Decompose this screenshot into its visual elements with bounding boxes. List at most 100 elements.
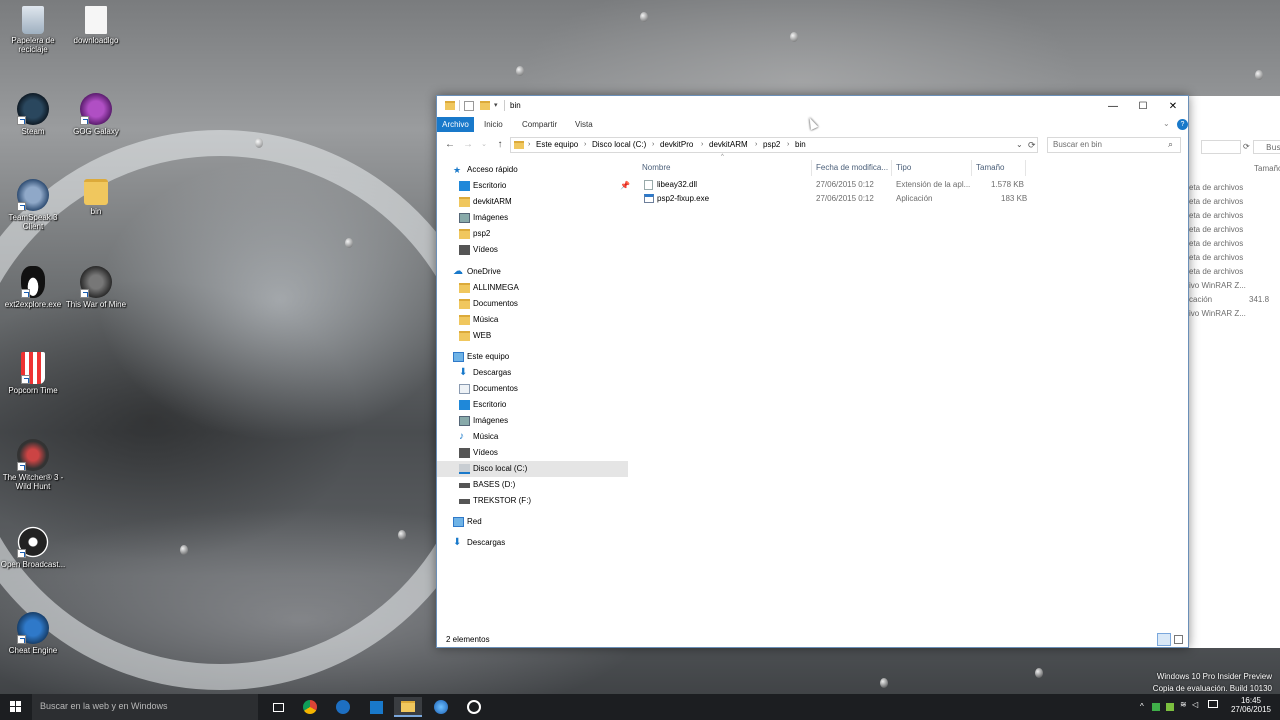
column-header-nombre[interactable]: Nombre: [642, 160, 670, 176]
background-window-dropdown[interactable]: [1201, 140, 1241, 154]
nav-onedrive[interactable]: ☁ OneDrive: [437, 264, 628, 280]
nav-trekstor-f[interactable]: TREKSTOR (F:): [437, 493, 628, 509]
details-view-icon[interactable]: [1157, 633, 1171, 646]
nav-allinmega[interactable]: ALLINMEGA: [437, 280, 628, 296]
background-explorer-window[interactable]: ⟳ Bus Tamaño eta de archivos eta de arch…: [1188, 96, 1280, 648]
column-header-tamano[interactable]: Tamaño: [976, 160, 1004, 176]
nav-bases-d[interactable]: BASES (D:): [437, 477, 628, 493]
breadcrumb-psp2[interactable]: psp2: [763, 138, 780, 152]
desktop-icon-popcorn-time[interactable]: Popcorn Time: [0, 352, 66, 395]
search-icon[interactable]: ⌕: [1168, 139, 1173, 150]
task-view-button[interactable]: [264, 697, 292, 717]
tray-app-icon[interactable]: [1152, 703, 1160, 711]
breadcrumb-devkitarm[interactable]: devkitARM: [709, 138, 748, 152]
maximize-button[interactable]: ☐: [1128, 96, 1158, 116]
tab-vista[interactable]: Vista: [569, 117, 599, 132]
desktop-icon-this-war-of-mine[interactable]: This War of Mine: [63, 266, 129, 309]
close-button[interactable]: ✕: [1158, 96, 1188, 116]
taskbar-edge[interactable]: [329, 697, 357, 717]
breadcrumb-bin[interactable]: bin: [795, 138, 806, 152]
desktop-icon-recycle-bin[interactable]: Papelera de reciclaje: [0, 6, 66, 54]
large-icons-view-icon[interactable]: [1174, 635, 1183, 644]
column-divider[interactable]: [971, 160, 972, 176]
nav-red[interactable]: Red: [437, 514, 628, 530]
desktop-icon-bin-folder[interactable]: bin: [63, 179, 129, 216]
desktop-icon-steam[interactable]: Steam: [0, 93, 66, 136]
nav-pc-imagenes[interactable]: Imágenes: [437, 413, 628, 429]
address-bar[interactable]: › Este equipo › Disco local (C:) › devki…: [510, 137, 1038, 153]
title-bar[interactable]: ▾ bin — ☐ ✕: [437, 96, 1188, 116]
nav-devkitarm[interactable]: devkitARM: [437, 194, 628, 210]
nav-web[interactable]: WEB: [437, 328, 628, 344]
nav-pc-videos[interactable]: Vídeos: [437, 445, 628, 461]
new-folder-icon[interactable]: [480, 101, 490, 110]
breadcrumb-disco-local[interactable]: Disco local (C:): [592, 138, 646, 152]
nav-descargas[interactable]: ⬇ Descargas: [437, 365, 628, 381]
nav-onedrive-musica[interactable]: Música: [437, 312, 628, 328]
expand-ribbon-icon[interactable]: ⌄: [1163, 119, 1170, 128]
up-arrow-icon[interactable]: ↑: [493, 138, 507, 152]
nav-videos[interactable]: Vídeos: [437, 242, 628, 258]
nav-psp2[interactable]: psp2: [437, 226, 628, 242]
column-divider[interactable]: [891, 160, 892, 176]
desktop-icon-witcher-3[interactable]: The Witcher® 3 - Wild Hunt: [0, 439, 66, 491]
nav-este-equipo[interactable]: Este equipo: [437, 349, 628, 365]
desktop-icon-teamspeak[interactable]: TeamSpeak 3 Client: [0, 179, 66, 231]
recent-chevron-icon[interactable]: ⌄: [477, 138, 491, 152]
tab-archivo[interactable]: Archivo: [437, 117, 474, 132]
clock[interactable]: 16:45 27/06/2015: [1226, 694, 1276, 720]
nav-onedrive-documentos[interactable]: Documentos: [437, 296, 628, 312]
nav-pc-escritorio[interactable]: Escritorio: [437, 397, 628, 413]
nav-acceso-rapido[interactable]: ★ Acceso rápido: [437, 162, 628, 178]
pin-icon[interactable]: 📌: [620, 178, 630, 194]
back-arrow-icon[interactable]: ←: [443, 138, 457, 152]
desktop-icon-gog-galaxy[interactable]: GOG Galaxy: [63, 93, 129, 136]
column-divider[interactable]: [811, 160, 812, 176]
forward-arrow-icon[interactable]: →: [461, 138, 475, 152]
desktop-icon-obs[interactable]: Open Broadcast...: [0, 526, 66, 569]
desktop-icon-cheat-engine[interactable]: Cheat Engine: [0, 612, 66, 655]
file-row[interactable]: libeay32.dll 27/06/2015 0:12 Extensión d…: [637, 178, 1027, 192]
wifi-icon[interactable]: ≋: [1180, 700, 1187, 709]
nav-descargas-root[interactable]: ⬇ Descargas: [437, 535, 628, 551]
column-header-fecha[interactable]: Fecha de modifica...: [816, 160, 888, 176]
properties-icon[interactable]: [464, 101, 474, 111]
column-divider[interactable]: [1025, 160, 1026, 176]
desktop-icon-ext2explore[interactable]: ext2explore.exe: [0, 266, 66, 309]
refresh-icon[interactable]: ⟳: [1028, 138, 1036, 152]
background-search-box[interactable]: Bus: [1253, 140, 1280, 154]
taskbar-chrome[interactable]: [296, 697, 324, 717]
sort-chevron-icon: ^: [721, 154, 724, 160]
tab-inicio[interactable]: Inicio: [478, 117, 509, 132]
explorer-window[interactable]: ▾ bin — ☐ ✕ Archivo Inicio Compartir Vis…: [436, 95, 1189, 648]
search-box[interactable]: Buscar en bin ⌕: [1047, 137, 1181, 153]
desktop-icon-label: The Witcher® 3 - Wild Hunt: [2, 473, 64, 491]
taskbar-search-box[interactable]: Buscar en la web y en Windows: [32, 694, 258, 720]
taskbar-obs[interactable]: [460, 697, 488, 717]
nav-documentos[interactable]: Documentos: [437, 381, 628, 397]
refresh-icon[interactable]: ⟳: [1243, 142, 1250, 151]
taskbar-store[interactable]: [362, 697, 390, 717]
desktop-icon-downloadlgo[interactable]: downloadlgo: [63, 6, 129, 45]
chevron-down-icon[interactable]: ▾: [494, 101, 498, 109]
file-row[interactable]: psp2-fixup.exe 27/06/2015 0:12 Aplicació…: [637, 192, 1027, 206]
system-tray[interactable]: ^ ≋ ◁: [1140, 694, 1200, 720]
minimize-button[interactable]: —: [1098, 96, 1128, 116]
nav-disco-local-c[interactable]: Disco local (C:): [437, 461, 628, 477]
nav-musica[interactable]: ♪ Música: [437, 429, 628, 445]
help-icon[interactable]: ?: [1177, 119, 1188, 130]
address-dropdown-icon[interactable]: ⌄: [1016, 138, 1023, 152]
column-header-tipo[interactable]: Tipo: [896, 160, 911, 176]
status-bar: 2 elementos: [437, 632, 1188, 648]
nav-escritorio[interactable]: Escritorio 📌: [437, 178, 630, 194]
tray-app-icon[interactable]: [1166, 703, 1174, 711]
start-button[interactable]: [0, 694, 32, 720]
tab-compartir[interactable]: Compartir: [516, 117, 563, 132]
taskbar-file-explorer[interactable]: [394, 697, 422, 717]
tray-chevron-icon[interactable]: ^: [1140, 702, 1144, 711]
breadcrumb-devkitpro[interactable]: devkitPro: [660, 138, 693, 152]
nav-imagenes[interactable]: Imágenes: [437, 210, 628, 226]
taskbar-app-globe[interactable]: [427, 697, 455, 717]
volume-icon[interactable]: ◁: [1192, 700, 1198, 709]
breadcrumb-este-equipo[interactable]: Este equipo: [536, 138, 578, 152]
